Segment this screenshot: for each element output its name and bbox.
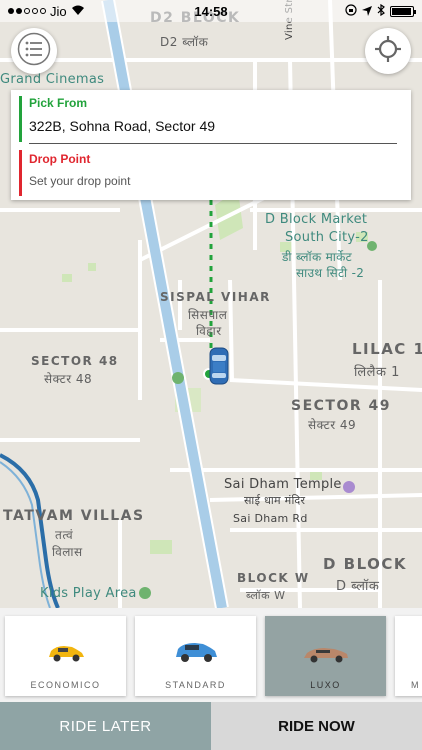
vehicle-label: M xyxy=(411,680,420,690)
map-label-sector-49: SECTOR 49 xyxy=(291,398,392,414)
pickup-underline xyxy=(29,143,397,144)
battery-icon xyxy=(390,5,416,17)
map-label-sai-dham-rd: Sai Dham Rd xyxy=(233,512,308,525)
status-time: 14:58 xyxy=(194,3,228,19)
car-icon xyxy=(173,641,219,668)
signal-strength-icon xyxy=(8,8,46,14)
vehicle-option-partial[interactable]: M xyxy=(395,616,422,696)
vehicle-label: LUXO xyxy=(310,680,341,690)
ride-later-button[interactable]: RIDE LATER xyxy=(0,702,211,750)
action-bar: RIDE LATER RIDE NOW xyxy=(0,702,422,750)
pickup-label: Pick From xyxy=(29,96,88,110)
address-card: Pick From 322B, Sohna Road, Sector 49 Dr… xyxy=(11,90,411,200)
map-label-tatvam-hindi-1: तत्वं xyxy=(55,528,74,542)
car-icon xyxy=(302,645,350,668)
dropoff-address-input[interactable]: Set your drop point xyxy=(29,174,130,188)
map-label-sector-49-hindi: सेक्टर 49 xyxy=(308,418,357,432)
map-label-sai-dham-temple: Sai Dham Temple xyxy=(224,477,342,492)
vehicle-label: ECONOMICO xyxy=(30,680,101,690)
map-label-d2-block-hindi: D2 ब्लॉक xyxy=(160,35,209,49)
menu-button[interactable] xyxy=(11,28,57,74)
map-label-sispal-hindi-1: सिसपाल xyxy=(188,308,228,322)
locate-me-button[interactable] xyxy=(365,28,411,74)
car-icon xyxy=(46,643,86,668)
pickup-address-input[interactable]: 322B, Sohna Road, Sector 49 xyxy=(29,118,215,134)
orientation-lock-icon xyxy=(345,3,357,19)
map-label-d-block: D BLOCK xyxy=(323,555,408,573)
crosshair-icon xyxy=(374,35,402,68)
map-label-lilac-1-hindi: लिलैक 1 xyxy=(354,365,400,380)
map-label-sector-48-hindi: सेक्टर 48 xyxy=(44,372,93,386)
map-label-tatvam-hindi-2: विलास xyxy=(52,545,83,559)
pickup-indicator-bar xyxy=(19,96,22,142)
pickup-field[interactable]: Pick From 322B, Sohna Road, Sector 49 xyxy=(11,90,411,148)
vehicle-label: STANDARD xyxy=(165,680,226,690)
map-label-d-block-market: D Block Market xyxy=(265,212,368,227)
map-label-block-w: BLOCK W xyxy=(237,571,310,585)
map-label-block-w-hindi: ब्लॉक W xyxy=(246,589,286,602)
hamburger-icon xyxy=(17,32,51,71)
ride-now-button[interactable]: RIDE NOW xyxy=(211,702,422,750)
map-label-tatvam-villas: TATVAM VILLAS xyxy=(3,508,145,524)
vehicle-option-luxo[interactable]: LUXO xyxy=(265,616,386,696)
carrier-name: Jio xyxy=(50,3,67,19)
map-label-sispal-vihar: SISPAL VIHAR xyxy=(160,290,271,304)
map-label-sispal-hindi-2: विहार xyxy=(196,324,222,338)
vehicle-option-standard[interactable]: STANDARD xyxy=(135,616,256,696)
dropoff-field[interactable]: Drop Point Set your drop point xyxy=(11,148,411,200)
map-label-sai-dham-temple-hindi: साई धाम मंदिर xyxy=(244,494,306,507)
wifi-icon xyxy=(71,4,85,19)
map-label-lilac-1: LILAC 1 xyxy=(352,340,422,358)
map-label-sector-48: SECTOR 48 xyxy=(31,354,119,368)
status-bar: Jio 14:58 xyxy=(0,0,422,22)
map-label-d-block-hindi: D ब्लॉक xyxy=(336,579,380,594)
bluetooth-icon xyxy=(377,3,385,19)
map-label-kids-play-area: Kids Play Area xyxy=(40,586,137,601)
vehicle-option-economico[interactable]: ECONOMICO xyxy=(5,616,126,696)
location-arrow-icon xyxy=(362,4,372,19)
vehicle-selector: ECONOMICO STANDARD LUXO M xyxy=(0,608,422,702)
map-label-grand-cinemas: Grand Cinemas xyxy=(0,72,105,87)
dropoff-indicator-bar xyxy=(19,150,22,196)
dropoff-label: Drop Point xyxy=(29,152,91,166)
map-label-south-city-2-hindi: साउथ सिटी -2 xyxy=(296,266,365,280)
map-label-d-block-market-hindi: डी ब्लॉक मार्केट xyxy=(282,250,353,264)
map-label-south-city-2: South City-2 xyxy=(285,230,369,245)
